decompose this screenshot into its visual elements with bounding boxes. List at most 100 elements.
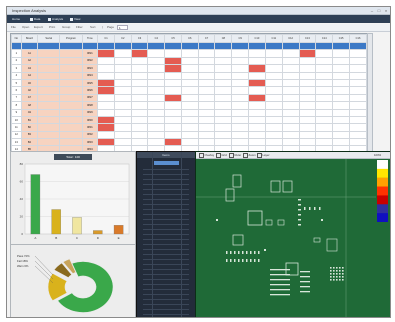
minimize-icon[interactable]: – <box>369 8 375 13</box>
toolbar-export[interactable]: Export <box>34 25 43 30</box>
list-item[interactable] <box>143 209 189 210</box>
list-item[interactable] <box>143 309 189 310</box>
table-cell <box>315 49 334 58</box>
toolbar-sort[interactable]: Sort <box>90 25 96 30</box>
table-row[interactable]: 7 A7 0827 <box>11 93 367 103</box>
column-header[interactable]: C4 <box>147 34 166 43</box>
pcb-board[interactable] <box>196 159 376 318</box>
tab-view[interactable]: View <box>68 16 82 22</box>
toolbar-filter[interactable]: Filter <box>76 25 83 30</box>
list-item[interactable] <box>143 219 189 220</box>
pcb-toolbar-layer[interactable]: Layer <box>257 152 270 158</box>
tab-data[interactable]: Data <box>28 16 42 22</box>
table-row[interactable]: 4 A4 0824 <box>11 71 367 80</box>
zoom-level[interactable]: 100% <box>374 152 381 158</box>
pcb-toolbar-grid[interactable]: Grid <box>216 152 227 158</box>
table-row[interactable]: 6 A6 0826 <box>11 86 367 95</box>
column-header[interactable]: C1 <box>97 34 115 43</box>
toolbar-group[interactable]: Group <box>62 25 70 30</box>
column-header[interactable]: Time <box>81 34 99 43</box>
list-item-selected[interactable] <box>154 161 179 165</box>
pcb-toolbar-ruler[interactable]: Ruler <box>229 152 241 158</box>
list-item[interactable] <box>143 234 189 235</box>
table-row[interactable]: 1 A1 0821 <box>11 49 367 58</box>
column-header[interactable]: No <box>11 34 22 43</box>
table-cell <box>37 71 61 80</box>
list-item[interactable] <box>143 199 189 200</box>
column-header[interactable]: C11 <box>264 34 283 43</box>
list-item[interactable] <box>143 244 189 245</box>
list-item[interactable] <box>143 274 189 275</box>
column-header[interactable]: C10 <box>248 34 266 43</box>
table-row[interactable]: 8 A8 0828 <box>11 101 367 110</box>
pcb-toolbar-zoom[interactable]: Zoom <box>243 152 256 158</box>
table-cell <box>231 130 249 140</box>
list-item[interactable] <box>143 259 189 260</box>
column-header[interactable]: C8 <box>214 34 233 43</box>
list-item[interactable] <box>143 179 189 180</box>
column-header[interactable]: C6 <box>180 34 199 43</box>
column-header[interactable]: C9 <box>231 34 249 43</box>
via <box>216 219 218 221</box>
close-icon[interactable]: × <box>383 8 389 13</box>
column-header[interactable]: Board <box>20 34 39 43</box>
list-item[interactable] <box>143 204 189 205</box>
table-cell: B3 <box>20 130 39 140</box>
column-header[interactable]: C15 <box>332 34 351 43</box>
column-header[interactable]: Serial <box>37 34 61 43</box>
list-item[interactable] <box>143 294 189 295</box>
table-row[interactable]: 9 A9 0829 <box>11 108 367 117</box>
column-header[interactable]: Program <box>59 34 83 43</box>
column-header[interactable]: C7 <box>197 34 216 43</box>
column-header[interactable]: C14 <box>315 34 334 43</box>
list-item[interactable] <box>143 289 189 290</box>
table-row[interactable]: 2 A2 0822 <box>11 56 367 66</box>
toolbar-open[interactable]: Open <box>22 25 29 30</box>
list-item[interactable] <box>143 224 189 225</box>
page-input[interactable]: 1 <box>117 25 128 30</box>
list-item[interactable] <box>143 284 189 285</box>
table-row[interactable]: 11 B2 0831 <box>11 123 367 132</box>
list-item[interactable] <box>143 214 189 215</box>
toolbar-file[interactable]: File <box>11 25 16 30</box>
maximize-icon[interactable]: □ <box>376 8 382 13</box>
table-row[interactable]: 12 B3 0832 <box>11 130 367 140</box>
column-header[interactable]: C13 <box>298 34 317 43</box>
column-header[interactable]: C3 <box>130 34 149 43</box>
list-item[interactable] <box>143 169 189 170</box>
column-header[interactable]: C12 <box>281 34 300 43</box>
list-item[interactable] <box>143 279 189 280</box>
pie-label: Warn 6% <box>17 264 29 268</box>
pie-label: Pass 72% <box>17 254 30 258</box>
list-item[interactable] <box>143 254 189 255</box>
table-row[interactable]: 10 B1 0830 <box>11 115 367 125</box>
list-header: Items <box>137 152 195 158</box>
table-row-selected[interactable] <box>11 41 367 51</box>
table-cell <box>231 64 249 73</box>
list-item[interactable] <box>143 249 189 250</box>
column-header[interactable]: C5 <box>164 34 182 43</box>
table-row[interactable]: 13 B4 0833 <box>11 138 367 147</box>
toolbar-print[interactable]: Print <box>49 25 55 30</box>
list-item[interactable] <box>143 314 189 315</box>
list-item[interactable] <box>143 264 189 265</box>
column-header[interactable]: C16 <box>349 34 367 43</box>
column-header[interactable]: C2 <box>113 34 132 43</box>
table-row[interactable]: 3 A3 0823 <box>11 64 367 73</box>
list-item[interactable] <box>143 229 189 230</box>
tab-home[interactable]: Home <box>10 16 22 22</box>
pcb-toolbar-overlay[interactable]: Overlay <box>199 152 214 158</box>
list-item[interactable] <box>143 184 189 185</box>
list-item[interactable] <box>143 269 189 270</box>
list-item[interactable] <box>143 194 189 195</box>
grid-scrollbar[interactable] <box>367 33 373 152</box>
table-row[interactable]: 5 A5 0825 <box>11 78 367 88</box>
tab-analysis[interactable]: Analysis <box>46 16 65 22</box>
list-item[interactable] <box>143 239 189 240</box>
table-cell <box>248 123 266 132</box>
list-item[interactable] <box>143 174 189 175</box>
table-cell <box>298 138 317 147</box>
list-item[interactable] <box>143 304 189 305</box>
list-item[interactable] <box>143 299 189 300</box>
list-item[interactable] <box>143 189 189 190</box>
